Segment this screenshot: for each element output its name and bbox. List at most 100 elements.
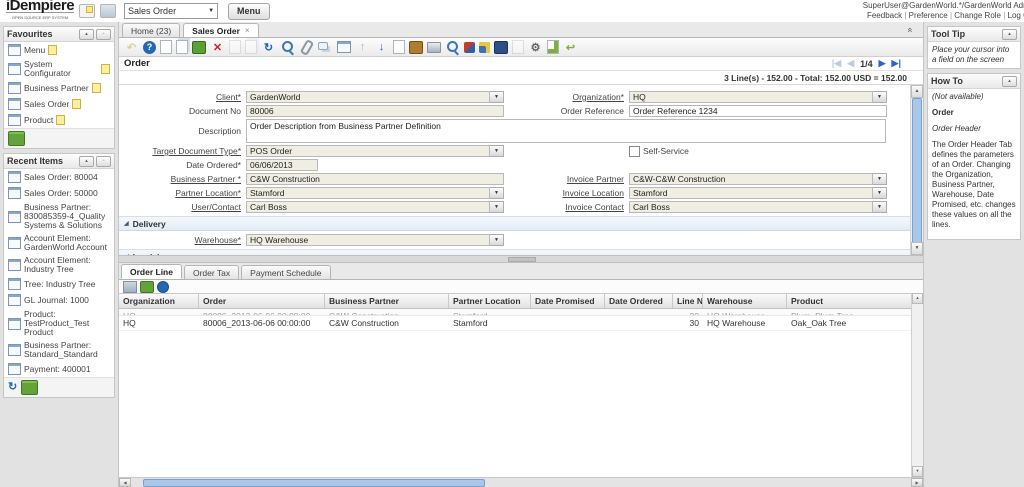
invoice-contact-field[interactable]: Carl Boss▼ xyxy=(629,201,887,213)
first-record-icon[interactable]: |◀ xyxy=(832,58,841,69)
partner-location-label[interactable]: Partner Location* xyxy=(175,188,241,198)
column-header[interactable]: Date Promised xyxy=(531,294,605,308)
tab-payment-schedule[interactable]: Payment Schedule xyxy=(241,265,330,279)
recent-item[interactable]: GL Journal: 1000 xyxy=(4,292,114,308)
workflow-icon[interactable] xyxy=(479,42,490,53)
parent-record-icon[interactable]: ↑ xyxy=(355,40,370,55)
favourite-item[interactable]: Product xyxy=(4,112,114,128)
chevron-down-icon[interactable]: ▼ xyxy=(490,201,504,213)
close-tab-icon[interactable]: × xyxy=(245,26,250,35)
detail-record-icon[interactable]: ↓ xyxy=(374,40,389,55)
chat-icon[interactable] xyxy=(318,40,333,55)
favourite-item[interactable]: System Configurator xyxy=(4,58,114,80)
favourite-item[interactable]: Menu xyxy=(4,42,114,58)
chevron-down-icon[interactable]: ▼ xyxy=(490,234,504,246)
copy-lines-icon[interactable] xyxy=(245,40,257,54)
end-icon[interactable]: ↩ xyxy=(563,40,578,55)
description-field[interactable]: Order Description from Business Partner … xyxy=(246,119,886,143)
trash-icon[interactable] xyxy=(21,380,38,395)
table-vertical-scrollbar[interactable]: ▲ ▼ xyxy=(911,293,923,477)
print-icon[interactable] xyxy=(427,42,441,53)
scroll-down-icon[interactable]: ▼ xyxy=(911,242,923,255)
chevron-down-icon[interactable]: ▼ xyxy=(873,201,887,213)
previous-record-icon[interactable]: ◀ xyxy=(847,58,854,69)
recent-item[interactable]: Product: TestProduct_Test Product xyxy=(4,308,114,339)
collapse-header-icon[interactable]: « xyxy=(905,24,917,35)
user-contact-label[interactable]: User/Contact xyxy=(191,202,241,212)
chevron-down-icon[interactable]: ▼ xyxy=(490,145,504,157)
organization-label[interactable]: Organization* xyxy=(572,92,624,102)
new-record-icon[interactable] xyxy=(160,40,172,54)
report-icon[interactable] xyxy=(409,41,423,54)
chevron-down-icon[interactable]: ▼ xyxy=(873,187,887,199)
delete-row-icon[interactable] xyxy=(140,281,154,293)
save-icon[interactable] xyxy=(192,41,206,54)
scroll-left-icon[interactable]: ◀ xyxy=(119,478,131,487)
chevron-down-icon[interactable]: ▼ xyxy=(205,8,217,14)
process-row-icon[interactable] xyxy=(157,281,169,293)
expand-panel-icon[interactable]: ▫ xyxy=(96,29,111,40)
warehouse-field[interactable]: HQ Warehouse▼ xyxy=(246,234,504,246)
collapse-panel-icon[interactable]: ▴ xyxy=(1002,76,1017,87)
attachment-icon[interactable] xyxy=(299,40,314,55)
collapse-panel-icon[interactable]: ▴ xyxy=(1002,29,1017,40)
scrollbar-thumb[interactable] xyxy=(912,98,922,255)
recent-item[interactable]: Payment: 400001 xyxy=(4,361,114,377)
copy-record-icon[interactable] xyxy=(176,40,188,54)
recent-item[interactable]: Business Partner: Standard_Standard xyxy=(4,339,114,361)
favourite-item[interactable]: Business Partner xyxy=(4,80,114,96)
business-partner-label[interactable]: Business Partner * xyxy=(171,174,241,184)
pane-splitter[interactable] xyxy=(119,255,923,263)
section-delivery[interactable]: ◢Delivery xyxy=(119,216,911,231)
table-row[interactable]: HQ80006_2013-06-06 00:00:00C&W Construct… xyxy=(119,316,923,331)
self-service-checkbox[interactable] xyxy=(629,146,640,157)
new-window-icon[interactable] xyxy=(79,4,95,18)
scroll-up-icon[interactable]: ▲ xyxy=(911,85,923,98)
folder-icon[interactable] xyxy=(100,4,116,18)
warehouse-label[interactable]: Warehouse* xyxy=(195,235,241,245)
target-document-type-field[interactable]: POS Order▼ xyxy=(246,145,504,157)
save-create-icon[interactable] xyxy=(229,40,241,54)
archive-icon[interactable] xyxy=(494,41,508,54)
recent-item[interactable]: Business Partner: 830085359-4_Quality Sy… xyxy=(4,201,114,232)
record-info-icon[interactable] xyxy=(393,40,405,54)
scroll-right-icon[interactable]: ▶ xyxy=(911,478,923,487)
chevron-down-icon[interactable]: ▼ xyxy=(490,91,504,103)
column-header[interactable]: Business Partner xyxy=(325,294,449,308)
top-link[interactable]: Change Role xyxy=(948,11,1001,20)
partner-location-field[interactable]: Stamford▼ xyxy=(246,187,504,199)
customize-icon[interactable]: ⚙ xyxy=(528,40,543,55)
splitter-grip[interactable] xyxy=(508,257,536,262)
scroll-down-icon[interactable]: ▼ xyxy=(912,466,923,477)
ignore-icon[interactable]: ↶ xyxy=(124,40,139,55)
date-ordered-field[interactable]: 06/06/2013 xyxy=(246,159,318,171)
column-header[interactable]: Warehouse xyxy=(703,294,787,308)
invoice-contact-label[interactable]: Invoice Contact xyxy=(565,202,624,212)
delete-icon[interactable]: ✕ xyxy=(210,40,225,55)
tab-sales-order[interactable]: Sales Order × xyxy=(183,23,258,37)
process-icon[interactable] xyxy=(464,42,475,53)
invoice-partner-field[interactable]: C&W-C&W Construction▼ xyxy=(629,173,887,185)
recent-item[interactable]: Sales Order: 80004 xyxy=(4,169,114,185)
recent-item[interactable]: Account Element: Industry Tree xyxy=(4,254,114,276)
expand-panel-icon[interactable]: ▫ xyxy=(96,156,111,167)
collapse-panel-icon[interactable]: ▴ xyxy=(79,29,94,40)
help-icon[interactable]: ? xyxy=(143,41,156,54)
invoice-location-label[interactable]: Invoice Location xyxy=(563,188,624,198)
client-label[interactable]: Client* xyxy=(216,92,241,102)
target-document-type-label[interactable]: Target Document Type* xyxy=(152,146,241,156)
print-preview-icon[interactable] xyxy=(445,40,460,55)
tab-order-line[interactable]: Order Line xyxy=(121,264,182,279)
export-file-icon[interactable] xyxy=(547,40,559,54)
tab-home[interactable]: Home (23) xyxy=(122,23,180,37)
chevron-down-icon[interactable]: ▼ xyxy=(873,173,887,185)
top-link[interactable]: Log Out xyxy=(1001,11,1024,20)
column-header[interactable]: Order xyxy=(199,294,325,308)
window-search-select[interactable]: Sales Order ▼ xyxy=(124,3,218,19)
invoice-partner-label[interactable]: Invoice Partner xyxy=(567,174,624,184)
table-row-partial[interactable]: HQ80006_2013-06-06 00:00:00C&W Construct… xyxy=(119,309,923,316)
business-partner-field[interactable]: C&W Construction xyxy=(246,173,504,185)
table-horizontal-scrollbar[interactable]: ◀ ▶ xyxy=(119,477,923,487)
chevron-down-icon[interactable]: ▼ xyxy=(490,187,504,199)
chevron-down-icon[interactable]: ▼ xyxy=(873,91,887,103)
